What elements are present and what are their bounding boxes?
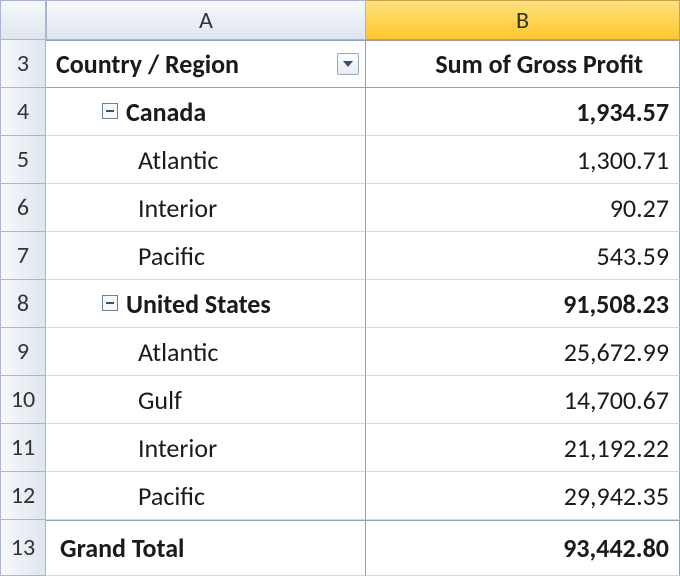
item-label[interactable]: Atlantic (46, 136, 366, 184)
group-row[interactable]: United States (46, 280, 366, 328)
collapse-button[interactable] (102, 295, 118, 311)
item-value[interactable]: 29,942.35 (366, 472, 680, 520)
column-header-A[interactable]: A (46, 0, 366, 40)
group-row[interactable]: Canada (46, 88, 366, 136)
collapse-button[interactable] (102, 103, 118, 119)
minus-icon (105, 298, 115, 308)
item-value[interactable]: 14,700.67 (366, 376, 680, 424)
group-total[interactable]: 91,508.23 (366, 280, 680, 328)
row-header[interactable]: 8 (0, 280, 46, 328)
row-header[interactable]: 6 (0, 184, 46, 232)
minus-icon (105, 106, 115, 116)
row-header[interactable]: 12 (0, 472, 46, 520)
item-label[interactable]: Interior (46, 184, 366, 232)
item-value[interactable]: 543.59 (366, 232, 680, 280)
item-value[interactable]: 21,192.22 (366, 424, 680, 472)
filter-dropdown-button[interactable] (337, 53, 359, 75)
item-value[interactable]: 25,672.99 (366, 328, 680, 376)
item-label[interactable]: Interior (46, 424, 366, 472)
row-header[interactable]: 4 (0, 88, 46, 136)
item-value[interactable]: 1,300.71 (366, 136, 680, 184)
column-header-B[interactable]: B (366, 0, 680, 40)
select-all-corner[interactable] (0, 0, 46, 40)
pivot-values-label: Sum of Gross Profit (435, 48, 643, 80)
row-header[interactable]: 13 (0, 520, 46, 576)
row-header[interactable]: 11 (0, 424, 46, 472)
row-header[interactable]: 5 (0, 136, 46, 184)
pivot-field-label: Country / Region (56, 48, 239, 80)
row-header[interactable]: 10 (0, 376, 46, 424)
item-value[interactable]: 90.27 (366, 184, 680, 232)
grand-total-value[interactable]: 93,442.80 (366, 520, 680, 576)
group-label: United States (126, 288, 271, 320)
group-total[interactable]: 1,934.57 (366, 88, 680, 136)
item-label[interactable]: Pacific (46, 472, 366, 520)
item-label[interactable]: Gulf (46, 376, 366, 424)
row-header[interactable]: 7 (0, 232, 46, 280)
pivot-field-values[interactable]: Sum of Gross Profit (366, 40, 680, 88)
row-header[interactable]: 9 (0, 328, 46, 376)
item-label[interactable]: Atlantic (46, 328, 366, 376)
grand-total-label[interactable]: Grand Total (46, 520, 366, 576)
pivot-field-row-labels[interactable]: Country / Region (46, 40, 366, 88)
row-header[interactable]: 3 (0, 40, 46, 88)
group-label: Canada (126, 96, 206, 128)
pivot-sheet: A B 3 Country / Region Sum of Gross Prof… (0, 0, 680, 578)
chevron-down-icon (343, 61, 353, 67)
item-label[interactable]: Pacific (46, 232, 366, 280)
